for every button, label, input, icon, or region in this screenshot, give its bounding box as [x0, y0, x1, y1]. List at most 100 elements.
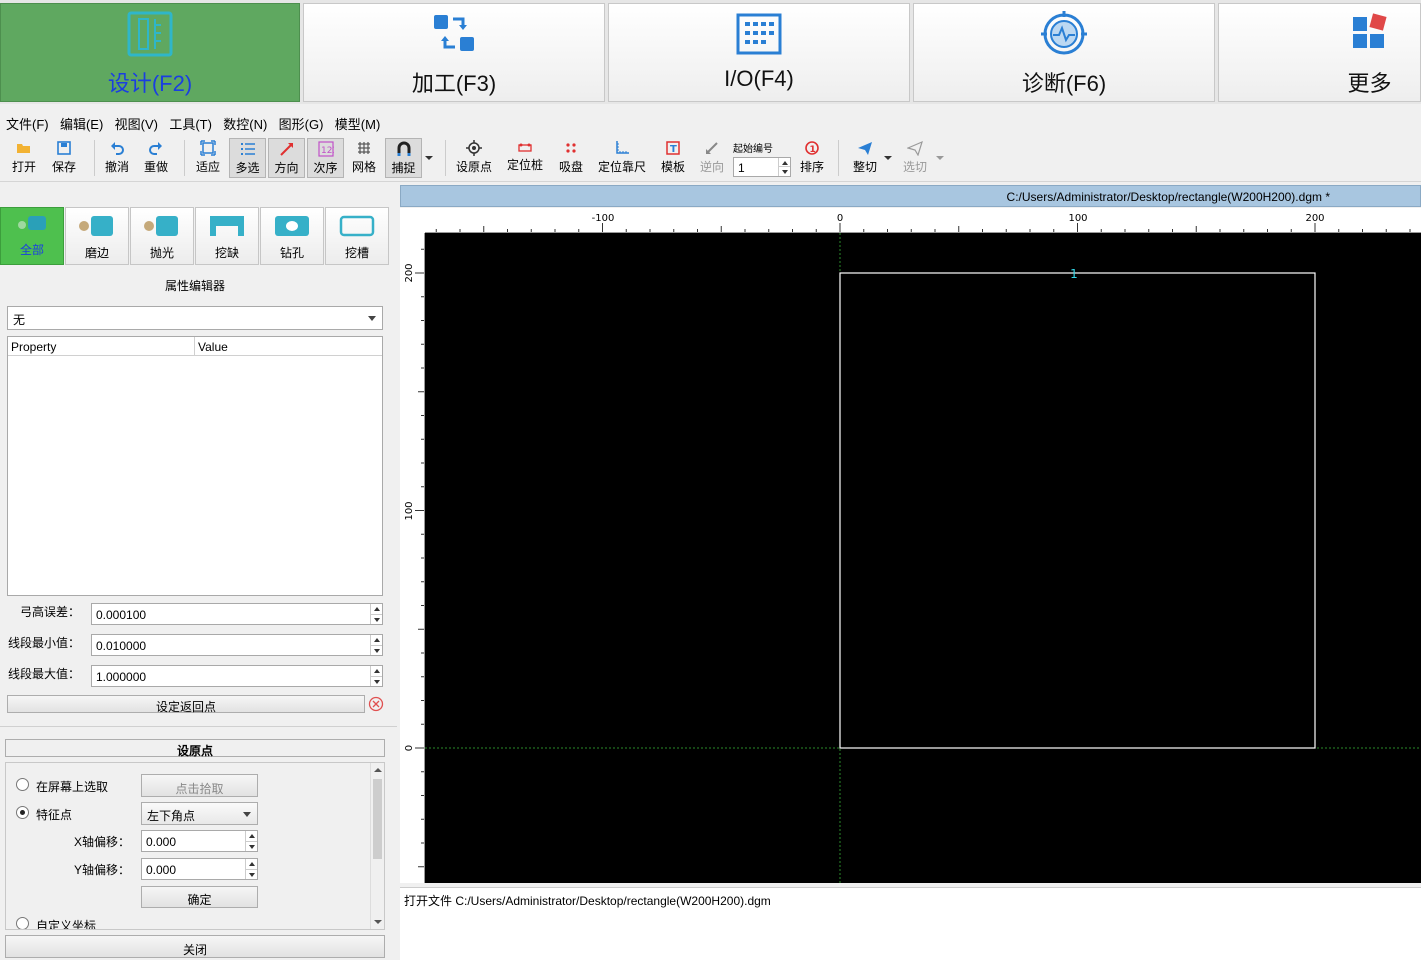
- feature-point-radio[interactable]: [16, 806, 29, 819]
- column-value[interactable]: Value: [198, 340, 228, 354]
- document-area: C:/Users/Administrator/Desktop/rectangle…: [400, 183, 1421, 960]
- select-cut-dropdown[interactable]: [934, 138, 946, 178]
- chevron-down-icon: [425, 156, 433, 160]
- menu-tools[interactable]: 工具(T): [163, 111, 212, 133]
- spin-down-icon[interactable]: [370, 676, 382, 686]
- menu-model[interactable]: 模型(M): [329, 111, 381, 133]
- nav-diagnose-label: 诊断(F6): [1021, 71, 1107, 96]
- clear-icon[interactable]: [368, 696, 384, 712]
- polish-icon: [144, 216, 178, 236]
- seg-min-value: 0.010000: [96, 639, 147, 653]
- save-button[interactable]: 保存: [46, 138, 82, 178]
- category-groove[interactable]: 挖槽: [325, 207, 389, 265]
- chevron-down-icon: [884, 156, 892, 160]
- spin-up-icon[interactable]: [370, 635, 382, 645]
- origin-panel: 在屏幕上选取 点击拾取 特征点 左下角点 X轴偏移： 0.000 Y轴偏移： 0…: [5, 762, 385, 930]
- snap-button[interactable]: 捕捉: [385, 138, 422, 178]
- scroll-up-icon[interactable]: [373, 765, 383, 775]
- spin-up-icon[interactable]: [245, 831, 257, 841]
- scrollbar[interactable]: [370, 763, 384, 929]
- sort-button[interactable]: 1 排序: [796, 138, 828, 178]
- menu-view[interactable]: 视图(V): [109, 111, 158, 133]
- svg-text:1: 1: [810, 145, 816, 155]
- rectangle-shape[interactable]: [839, 272, 1316, 749]
- reverse-arrow-icon: [706, 142, 718, 154]
- category-groove-label: 挖槽: [344, 246, 369, 260]
- template-button[interactable]: T 模板: [656, 138, 690, 178]
- menu-shape[interactable]: 图形(G): [273, 111, 324, 133]
- locate-post-button[interactable]: 定位桩: [505, 138, 545, 178]
- scrollbar-thumb[interactable]: [373, 779, 382, 859]
- category-edging-label: 磨边: [84, 246, 109, 260]
- grid-label: 网格: [351, 160, 376, 174]
- close-button[interactable]: 关闭: [5, 935, 385, 958]
- nav-more-label: 更多: [1347, 71, 1392, 96]
- seg-min-label: 线段最小值：: [7, 636, 80, 650]
- direction-button[interactable]: 方向: [268, 138, 305, 178]
- category-polish[interactable]: 抛光: [130, 207, 194, 265]
- drawing-canvas[interactable]: 1: [425, 233, 1421, 883]
- feature-point-select[interactable]: 左下角点: [141, 802, 258, 825]
- spin-down-icon[interactable]: [778, 166, 790, 176]
- spin-up-icon[interactable]: [370, 666, 382, 676]
- undo-button[interactable]: 撤消: [100, 138, 134, 178]
- property-selector-value: 无: [13, 313, 26, 327]
- nav-diagnose-button[interactable]: 诊断(F6): [913, 3, 1215, 102]
- h-ruler-label: 200: [1305, 213, 1324, 224]
- custom-coord-label: 自定义坐标: [36, 919, 97, 930]
- seg-min-input[interactable]: 0.010000: [91, 634, 383, 656]
- spin-up-icon[interactable]: [370, 604, 382, 614]
- set-return-point-button[interactable]: 设定返回点: [7, 695, 365, 714]
- confirm-button[interactable]: 确定: [141, 886, 258, 908]
- locate-ruler-button[interactable]: 定位靠尺: [596, 138, 648, 178]
- pick-on-screen-radio[interactable]: [16, 778, 29, 791]
- full-cut-dropdown[interactable]: [882, 138, 894, 178]
- nav-design-button[interactable]: 设计(F2): [0, 3, 300, 102]
- spin-down-icon[interactable]: [245, 869, 257, 879]
- spin-down-icon[interactable]: [370, 614, 382, 624]
- full-cut-label: 整切: [852, 160, 877, 174]
- start-number-input[interactable]: 1: [733, 157, 791, 177]
- spin-down-icon[interactable]: [370, 645, 382, 655]
- x-offset-value: 0.000: [146, 835, 177, 849]
- category-edging[interactable]: 磨边: [65, 207, 129, 265]
- svg-text:T: T: [670, 144, 677, 155]
- spin-down-icon[interactable]: [245, 841, 257, 851]
- click-pick-button[interactable]: 点击拾取: [141, 774, 258, 797]
- io-grid-icon: [736, 13, 782, 55]
- nav-process-button[interactable]: 加工(F3): [303, 3, 605, 102]
- shape-order-label: 1: [1070, 267, 1078, 281]
- nav-io-button[interactable]: I/O(F4): [608, 3, 910, 102]
- locate-post-icon: [518, 143, 532, 152]
- order-button[interactable]: 123 次序: [307, 138, 344, 178]
- category-drill[interactable]: 钻孔: [260, 207, 324, 265]
- seg-max-input[interactable]: 1.000000: [91, 665, 383, 687]
- x-offset-input[interactable]: 0.000: [141, 830, 258, 852]
- nav-io-label: I/O(F4): [724, 66, 794, 91]
- property-selector[interactable]: 无: [7, 306, 383, 330]
- open-button[interactable]: 打开: [6, 138, 42, 178]
- arc-error-input[interactable]: 0.000100: [91, 603, 383, 625]
- redo-button[interactable]: 重做: [139, 138, 173, 178]
- select-cut-button[interactable]: 选切: [898, 138, 932, 178]
- reverse-button[interactable]: 逆向: [696, 138, 728, 178]
- fit-button[interactable]: 适应: [191, 138, 225, 178]
- nav-more-button[interactable]: 更多: [1218, 3, 1421, 102]
- category-notch[interactable]: 挖缺: [195, 207, 259, 265]
- multi-select-button[interactable]: 多选: [229, 138, 266, 178]
- menu-edit[interactable]: 编辑(E): [54, 111, 103, 133]
- menu-nc[interactable]: 数控(N): [217, 111, 267, 133]
- suction-button[interactable]: 吸盘: [553, 138, 589, 178]
- menu-file[interactable]: 文件(F): [0, 111, 49, 133]
- scroll-down-icon[interactable]: [373, 917, 383, 927]
- spin-up-icon[interactable]: [245, 859, 257, 869]
- snap-dropdown-button[interactable]: [423, 138, 435, 178]
- nav-design-label: 设计(F2): [107, 71, 193, 96]
- set-origin-button[interactable]: 设原点: [454, 138, 494, 178]
- full-cut-button[interactable]: 整切: [848, 138, 882, 178]
- grid-button[interactable]: 网格: [347, 138, 381, 178]
- y-offset-input[interactable]: 0.000: [141, 858, 258, 880]
- custom-coord-radio[interactable]: [16, 917, 29, 929]
- column-property[interactable]: Property: [11, 340, 56, 354]
- category-all[interactable]: 全部: [0, 207, 64, 265]
